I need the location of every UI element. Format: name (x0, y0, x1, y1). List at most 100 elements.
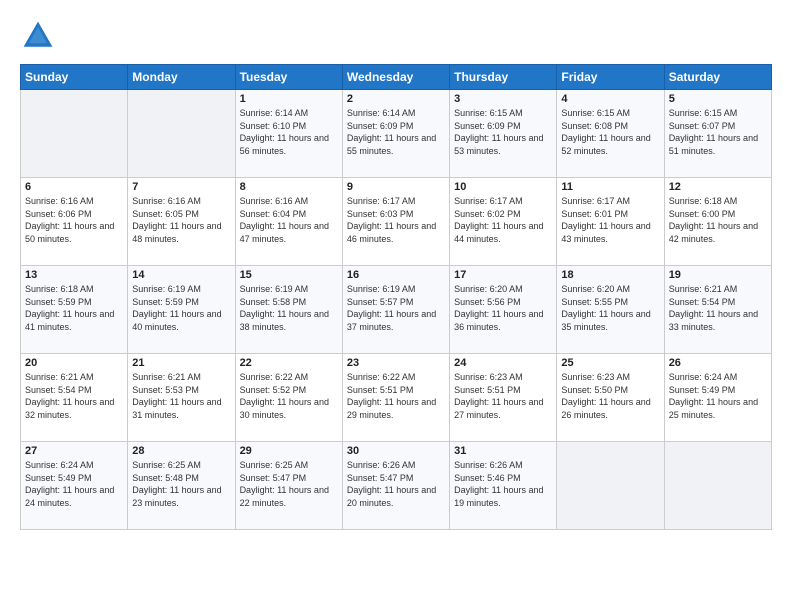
day-number: 6 (25, 181, 123, 193)
day-info: Sunrise: 6:21 AM Sunset: 5:54 PM Dayligh… (669, 283, 767, 333)
week-row-5: 27 Sunrise: 6:24 AM Sunset: 5:49 PM Dayli… (21, 442, 772, 530)
day-header-thursday: Thursday (450, 65, 557, 90)
day-cell: 14Sunrise: 6:19 AM Sunset: 5:59 PM Dayli… (128, 266, 235, 354)
calendar-table: SundayMondayTuesdayWednesdayThursdayFrid… (20, 64, 772, 530)
day-cell: 29 Sunrise: 6:25 AM Sunset: 5:47 PM Dayli… (235, 442, 342, 530)
day-header-monday: Monday (128, 65, 235, 90)
logo (20, 18, 60, 54)
day-info: Sunrise: 6:16 AM Sunset: 6:06 PM Dayligh… (25, 195, 123, 245)
day-info: Sunrise: 6:15 AM Sunset: 6:08 PM Dayligh… (561, 107, 659, 157)
day-number: 25 (561, 357, 659, 369)
day-number: 31 (454, 445, 552, 457)
day-number: 15 (240, 269, 338, 281)
day-cell: 15 Sunrise: 6:19 AM Sunset: 5:58 PM Dayli… (235, 266, 342, 354)
day-number: 22 (240, 357, 338, 369)
day-number: 5 (669, 93, 767, 105)
day-cell: 17 Sunrise: 6:20 AM Sunset: 5:56 PM Dayli… (450, 266, 557, 354)
day-cell: 11 Sunrise: 6:17 AM Sunset: 6:01 PM Dayli… (557, 178, 664, 266)
day-header-saturday: Saturday (664, 65, 771, 90)
day-cell (128, 90, 235, 178)
day-cell: 26Sunrise: 6:24 AM Sunset: 5:49 PM Dayli… (664, 354, 771, 442)
day-info: Sunrise: 6:16 AM Sunset: 6:04 PM Dayligh… (240, 195, 338, 245)
day-cell: 16 Sunrise: 6:19 AM Sunset: 5:57 PM Dayli… (342, 266, 449, 354)
day-info: Sunrise: 6:17 AM Sunset: 6:03 PM Dayligh… (347, 195, 445, 245)
day-info: Sunrise: 6:25 AM Sunset: 5:47 PM Dayligh… (240, 459, 338, 509)
day-info: Sunrise: 6:19 AM Sunset: 5:58 PM Dayligh… (240, 283, 338, 333)
day-cell: 22 Sunrise: 6:22 AM Sunset: 5:52 PM Dayli… (235, 354, 342, 442)
day-number: 14 (132, 269, 230, 281)
day-number: 9 (347, 181, 445, 193)
days-header-row: SundayMondayTuesdayWednesdayThursdayFrid… (21, 65, 772, 90)
day-number: 27 (25, 445, 123, 457)
day-header-wednesday: Wednesday (342, 65, 449, 90)
day-cell: 18Sunrise: 6:20 AM Sunset: 5:55 PM Dayli… (557, 266, 664, 354)
day-cell: 24 Sunrise: 6:23 AM Sunset: 5:51 PM Dayli… (450, 354, 557, 442)
day-info: Sunrise: 6:14 AM Sunset: 6:09 PM Dayligh… (347, 107, 445, 157)
day-info: Sunrise: 6:24 AM Sunset: 5:49 PM Dayligh… (25, 459, 123, 509)
day-number: 17 (454, 269, 552, 281)
day-header-tuesday: Tuesday (235, 65, 342, 90)
day-info: Sunrise: 6:20 AM Sunset: 5:55 PM Dayligh… (561, 283, 659, 333)
day-info: Sunrise: 6:14 AM Sunset: 6:10 PM Dayligh… (240, 107, 338, 157)
day-cell: 19 Sunrise: 6:21 AM Sunset: 5:54 PM Dayli… (664, 266, 771, 354)
day-number: 2 (347, 93, 445, 105)
day-info: Sunrise: 6:21 AM Sunset: 5:53 PM Dayligh… (132, 371, 230, 421)
day-cell: 21Sunrise: 6:21 AM Sunset: 5:53 PM Dayli… (128, 354, 235, 442)
day-info: Sunrise: 6:21 AM Sunset: 5:54 PM Dayligh… (25, 371, 123, 421)
day-cell: 9 Sunrise: 6:17 AM Sunset: 6:03 PM Daylig… (342, 178, 449, 266)
day-cell: 30Sunrise: 6:26 AM Sunset: 5:47 PM Dayli… (342, 442, 449, 530)
day-info: Sunrise: 6:24 AM Sunset: 5:49 PM Dayligh… (669, 371, 767, 421)
day-cell: 10 Sunrise: 6:17 AM Sunset: 6:02 PM Dayli… (450, 178, 557, 266)
day-number: 1 (240, 93, 338, 105)
day-cell: 28Sunrise: 6:25 AM Sunset: 5:48 PM Dayli… (128, 442, 235, 530)
day-cell (664, 442, 771, 530)
day-cell: 7 Sunrise: 6:16 AM Sunset: 6:05 PM Daylig… (128, 178, 235, 266)
day-cell: 6 Sunrise: 6:16 AM Sunset: 6:06 PM Daylig… (21, 178, 128, 266)
day-number: 11 (561, 181, 659, 193)
day-cell: 23 Sunrise: 6:22 AM Sunset: 5:51 PM Dayli… (342, 354, 449, 442)
day-cell (557, 442, 664, 530)
week-row-3: 13Sunrise: 6:18 AM Sunset: 5:59 PM Dayli… (21, 266, 772, 354)
day-cell (21, 90, 128, 178)
day-number: 29 (240, 445, 338, 457)
day-number: 24 (454, 357, 552, 369)
day-info: Sunrise: 6:23 AM Sunset: 5:51 PM Dayligh… (454, 371, 552, 421)
day-number: 3 (454, 93, 552, 105)
day-info: Sunrise: 6:17 AM Sunset: 6:02 PM Dayligh… (454, 195, 552, 245)
logo-icon (20, 18, 56, 54)
day-info: Sunrise: 6:20 AM Sunset: 5:56 PM Dayligh… (454, 283, 552, 333)
day-info: Sunrise: 6:22 AM Sunset: 5:52 PM Dayligh… (240, 371, 338, 421)
day-info: Sunrise: 6:17 AM Sunset: 6:01 PM Dayligh… (561, 195, 659, 245)
day-number: 20 (25, 357, 123, 369)
day-number: 23 (347, 357, 445, 369)
day-cell: 31 Sunrise: 6:26 AM Sunset: 5:46 PM Dayli… (450, 442, 557, 530)
day-cell: 5 Sunrise: 6:15 AM Sunset: 6:07 PM Daylig… (664, 90, 771, 178)
day-cell: 25 Sunrise: 6:23 AM Sunset: 5:50 PM Dayli… (557, 354, 664, 442)
day-number: 28 (132, 445, 230, 457)
day-cell: 4Sunrise: 6:15 AM Sunset: 6:08 PM Daylig… (557, 90, 664, 178)
day-cell: 3Sunrise: 6:15 AM Sunset: 6:09 PM Daylig… (450, 90, 557, 178)
day-info: Sunrise: 6:23 AM Sunset: 5:50 PM Dayligh… (561, 371, 659, 421)
day-info: Sunrise: 6:19 AM Sunset: 5:57 PM Dayligh… (347, 283, 445, 333)
week-row-1: 1 Sunrise: 6:14 AM Sunset: 6:10 PM Daylig… (21, 90, 772, 178)
page: SundayMondayTuesdayWednesdayThursdayFrid… (0, 0, 792, 612)
day-cell: 27 Sunrise: 6:24 AM Sunset: 5:49 PM Dayli… (21, 442, 128, 530)
day-cell: 2 Sunrise: 6:14 AM Sunset: 6:09 PM Daylig… (342, 90, 449, 178)
day-number: 8 (240, 181, 338, 193)
week-row-4: 20 Sunrise: 6:21 AM Sunset: 5:54 PM Dayli… (21, 354, 772, 442)
day-number: 19 (669, 269, 767, 281)
day-info: Sunrise: 6:26 AM Sunset: 5:47 PM Dayligh… (347, 459, 445, 509)
day-number: 12 (669, 181, 767, 193)
day-cell: 8 Sunrise: 6:16 AM Sunset: 6:04 PM Daylig… (235, 178, 342, 266)
day-info: Sunrise: 6:16 AM Sunset: 6:05 PM Dayligh… (132, 195, 230, 245)
day-info: Sunrise: 6:15 AM Sunset: 6:07 PM Dayligh… (669, 107, 767, 157)
day-number: 7 (132, 181, 230, 193)
day-header-friday: Friday (557, 65, 664, 90)
week-row-2: 6 Sunrise: 6:16 AM Sunset: 6:06 PM Daylig… (21, 178, 772, 266)
header (20, 18, 772, 54)
day-number: 10 (454, 181, 552, 193)
day-info: Sunrise: 6:26 AM Sunset: 5:46 PM Dayligh… (454, 459, 552, 509)
day-header-sunday: Sunday (21, 65, 128, 90)
day-number: 16 (347, 269, 445, 281)
day-info: Sunrise: 6:22 AM Sunset: 5:51 PM Dayligh… (347, 371, 445, 421)
